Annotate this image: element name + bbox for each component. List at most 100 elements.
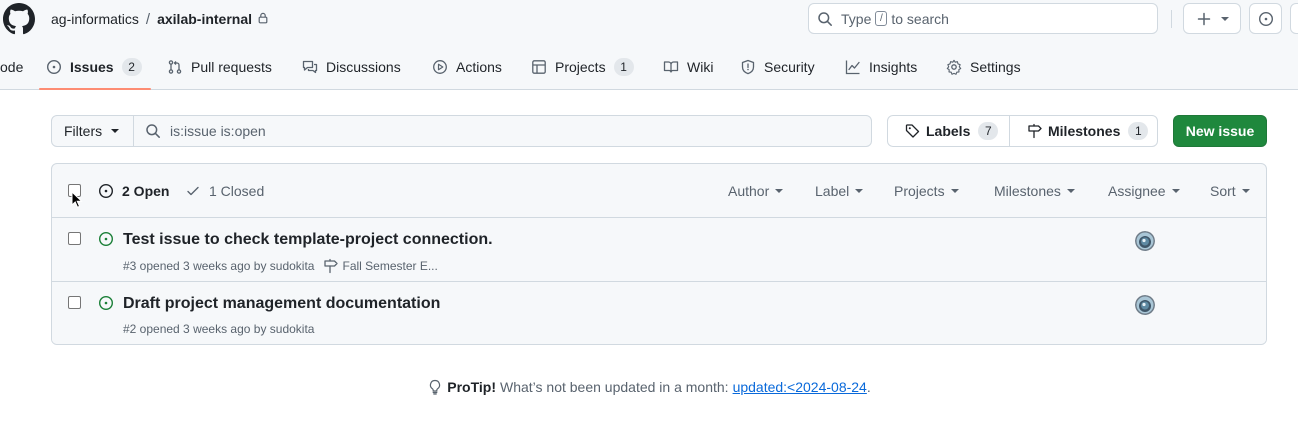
protip-end: . <box>866 379 871 395</box>
slash-key-hint: / <box>875 11 888 26</box>
assignee-avatar[interactable] <box>1135 295 1155 315</box>
org-link[interactable]: ag-informatics <box>51 11 139 27</box>
play-icon <box>433 60 447 74</box>
issue-opened-icon <box>98 231 114 247</box>
tab-security-label: Security <box>764 59 815 75</box>
tab-pull-requests[interactable]: Pull requests <box>167 50 272 84</box>
milestones-filter-label: Milestones <box>994 183 1061 199</box>
tab-projects-label: Projects <box>555 59 606 75</box>
issue-milestone-label: Fall Semester E... <box>342 259 438 273</box>
chevron-down-icon <box>950 189 959 193</box>
issue-milestone-link[interactable]: Fall Semester E... <box>323 258 438 274</box>
sort-dropdown[interactable]: Sort <box>1210 183 1250 199</box>
sort-label: Sort <box>1210 183 1236 199</box>
git-pull-request-icon <box>168 60 182 74</box>
search-placeholder-suffix: to search <box>891 10 949 27</box>
graph-icon <box>845 60 860 75</box>
chevron-down-icon <box>111 129 120 133</box>
create-new-button[interactable] <box>1183 3 1241 34</box>
labels-button[interactable]: Labels 7 <box>887 115 1010 147</box>
assignee-filter-dropdown[interactable]: Assignee <box>1108 183 1180 199</box>
repo-header: ag-informatics / axilab-internal Type / … <box>0 0 1298 90</box>
mouse-pointer-icon <box>71 191 83 208</box>
protip-text: What’s not been updated in a month: <box>499 379 729 395</box>
issue-row[interactable]: Test issue to check template-project con… <box>52 218 1266 281</box>
tab-pull-requests-label: Pull requests <box>191 59 272 75</box>
projects-count-badge: 1 <box>613 58 634 76</box>
projects-filter-label: Projects <box>894 183 945 199</box>
tab-settings[interactable]: Settings <box>946 50 1021 84</box>
assignee-avatar[interactable] <box>1135 231 1155 251</box>
active-tab-underline <box>39 88 151 90</box>
author-filter-label: Author <box>728 183 770 199</box>
tab-projects[interactable]: Projects 1 <box>531 50 634 84</box>
author-filter-dropdown[interactable]: Author <box>728 183 784 199</box>
light-bulb-icon <box>430 379 441 395</box>
comment-discussion-icon <box>302 60 318 74</box>
issues-shortcut-button[interactable] <box>1249 3 1282 34</box>
new-issue-button[interactable]: New issue <box>1173 115 1267 147</box>
filter-query-value: is:issue is:open <box>170 123 266 139</box>
book-icon <box>663 61 679 73</box>
open-issues-toggle[interactable]: 2 Open <box>98 183 169 199</box>
protip-label: ProTip! <box>447 379 496 395</box>
label-filter-dropdown[interactable]: Label <box>815 183 864 199</box>
header-divider <box>1171 10 1172 28</box>
lock-icon <box>258 12 268 24</box>
chevron-down-icon <box>1220 16 1229 21</box>
pull-requests-shortcut-button[interactable] <box>1290 3 1298 34</box>
issues-list-header: 2 Open 1 Closed Author Label Projects Mi… <box>52 164 1266 218</box>
tab-actions[interactable]: Actions <box>432 50 502 84</box>
tab-discussions[interactable]: Discussions <box>302 50 401 84</box>
filters-dropdown-button[interactable]: Filters <box>51 115 134 147</box>
issues-list: 2 Open 1 Closed Author Label Projects Mi… <box>51 163 1267 345</box>
issue-opened-icon <box>98 183 114 199</box>
open-count-label: 2 Open <box>122 183 170 199</box>
closed-issues-toggle[interactable]: 1 Closed <box>185 183 264 199</box>
global-search-input[interactable]: Type / to search <box>808 3 1158 34</box>
tab-security[interactable]: Security <box>740 50 815 84</box>
issue-checkbox[interactable] <box>68 232 81 245</box>
issue-title-link[interactable]: Test issue to check template-project con… <box>123 231 493 249</box>
issue-title-link[interactable]: Draft project management documentation <box>123 295 440 313</box>
chevron-down-icon <box>1066 189 1075 193</box>
tab-insights[interactable]: Insights <box>845 50 917 84</box>
tab-wiki-label: Wiki <box>687 59 714 75</box>
issue-checkbox[interactable] <box>68 296 81 309</box>
milestones-label: Milestones <box>1048 123 1121 139</box>
protip: ProTip! What’s not been updated in a mon… <box>0 379 1298 395</box>
tab-code-label: ode <box>0 59 24 75</box>
labels-count-badge: 7 <box>978 122 999 140</box>
milestones-button[interactable]: Milestones 1 <box>1009 115 1158 147</box>
issue-meta: #2 opened 3 weeks ago by sudokita <box>123 322 314 336</box>
plus-icon <box>1197 12 1210 25</box>
issue-opened-icon <box>1258 11 1273 26</box>
projects-filter-dropdown[interactable]: Projects <box>894 183 959 199</box>
breadcrumb-separator: / <box>145 10 151 28</box>
search-icon <box>818 11 832 26</box>
protip-query-link[interactable]: updated:<2024-08-24 <box>733 379 867 395</box>
repo-link[interactable]: axilab-internal <box>157 11 252 27</box>
issue-filter-input[interactable]: is:issue is:open <box>133 115 872 147</box>
tab-issues[interactable]: Issues 2 <box>46 50 142 84</box>
assignee-filter-label: Assignee <box>1108 183 1166 199</box>
tab-wiki[interactable]: Wiki <box>663 50 713 84</box>
filters-label: Filters <box>64 123 103 139</box>
tab-actions-label: Actions <box>456 59 502 75</box>
search-placeholder-prefix: Type <box>841 10 872 27</box>
milestones-filter-dropdown[interactable]: Milestones <box>994 183 1075 199</box>
tab-insights-label: Insights <box>869 59 918 75</box>
milestone-icon <box>1028 123 1042 139</box>
search-icon <box>146 124 160 138</box>
labels-label: Labels <box>926 123 971 139</box>
tab-code[interactable]: ode <box>0 50 23 84</box>
milestones-count-badge: 1 <box>1128 122 1149 140</box>
gear-icon <box>946 59 962 75</box>
milestone-icon <box>324 258 339 274</box>
issue-row[interactable]: Draft project management documentation #… <box>52 281 1266 344</box>
chevron-down-icon <box>855 189 864 193</box>
issue-meta: #3 opened 3 weeks ago by sudokita Fall S… <box>123 258 438 274</box>
tag-icon <box>905 124 920 138</box>
issue-opened-icon <box>46 59 62 75</box>
github-logo-icon[interactable] <box>3 3 35 35</box>
